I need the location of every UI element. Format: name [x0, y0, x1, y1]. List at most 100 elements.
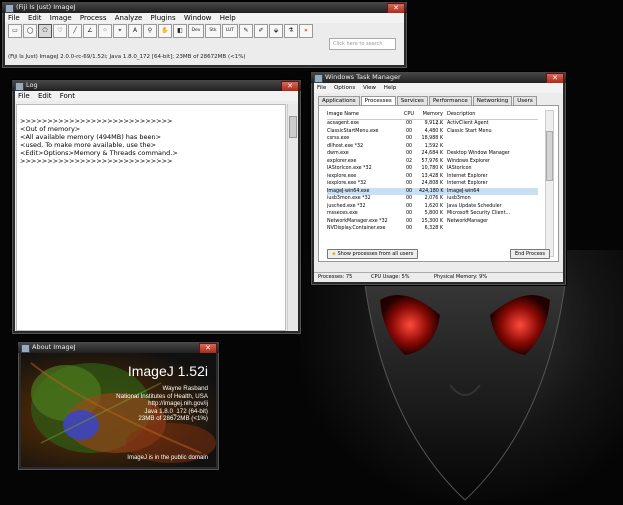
process-cpu: 00 [405, 166, 413, 171]
table-row[interactable]: jusched.exe *32 00 1,620 K Java Update Sche… [327, 203, 538, 211]
table-row[interactable]: iexplore.exe 00 13,428 K Internet Explorer [327, 173, 538, 181]
tab-networking[interactable]: Networking [472, 96, 513, 105]
menu-file[interactable]: File [15, 92, 33, 100]
magnifier-tool-icon[interactable]: ⚲ [143, 24, 157, 38]
process-cpu: 00 [405, 226, 413, 231]
processes-panel: Image Name CPU Memory (... Description a… [318, 105, 559, 262]
table-row[interactable]: dllhost.exe *32 00 1,592 K [327, 143, 538, 151]
process-cpu: 00 [405, 143, 413, 149]
rectangle-tool-icon[interactable]: ▭ [8, 24, 22, 38]
menu-help[interactable]: Help [381, 85, 400, 91]
imagej-toolbar: ▭ ◯ ⬠ ♡ ╱ ∠ ⁘ ⌖ A ⚲ ✋ ◧ Dev Stk LUT ✎ ✐ … [8, 24, 314, 38]
end-process-button[interactable]: End Process [509, 249, 550, 259]
point-tool-icon[interactable]: ⁘ [98, 24, 112, 38]
process-memory: 5,800 K [424, 211, 443, 216]
tab-applications[interactable]: Applications [318, 96, 360, 105]
process-cpu: 02 [405, 158, 413, 164]
dev-tool-button[interactable]: Dev [188, 24, 204, 38]
table-row[interactable]: ClassicStartMenu.exe 00 4,480 K Classic Sta… [327, 128, 538, 136]
menu-view[interactable]: View [360, 85, 379, 91]
table-row[interactable]: iexplore.exe *32 00 24,808 K Internet Explo… [327, 180, 538, 188]
column-header-image-name[interactable]: Image Name [327, 110, 399, 119]
column-header-description[interactable]: Description [447, 110, 538, 119]
column-header-memory[interactable]: Memory (... [419, 110, 447, 126]
line-tool-icon[interactable]: ╱ [68, 24, 82, 38]
show-all-processes-button[interactable]: ◈ Show processes from all users [327, 249, 419, 259]
scroll-thumb[interactable] [289, 116, 297, 138]
menu-options[interactable]: Options [331, 85, 358, 91]
hand-tool-icon[interactable]: ✋ [158, 24, 172, 38]
process-description [447, 135, 538, 143]
menu-file[interactable]: File [5, 14, 23, 22]
menu-analyze[interactable]: Analyze [112, 14, 146, 22]
table-row[interactable]: NetworkManager.exe *32 00 15,300 K NetworkM… [327, 218, 538, 226]
process-description: Desktop Window Manager [447, 151, 510, 156]
table-row[interactable]: dwm.exe 00 24,684 K Desktop Window Manager [327, 150, 538, 158]
text-tool-icon[interactable]: A [128, 24, 142, 38]
table-row[interactable]: ImageJ-win64.exe 00 424,180 K ImageJ-win64 [327, 187, 538, 195]
about-info: ImageJ 1.52i Wayne Rasband National Inst… [116, 363, 208, 423]
more-tools-icon[interactable]: » [299, 24, 313, 38]
brush-tool-icon[interactable]: ✎ [239, 24, 253, 38]
table-row[interactable]: iusb3mon.exe *32 00 2,076 K iusb3mon [327, 195, 538, 203]
task-manager-tabs: Applications Processes Services Performa… [318, 96, 538, 105]
dropper-tool-icon[interactable]: ⚗ [284, 24, 298, 38]
color-picker-tool-icon[interactable]: ◧ [173, 24, 187, 38]
process-scrollbar[interactable] [545, 110, 554, 257]
log-line: <All available memory (494MB) has been> [20, 133, 162, 141]
imagej-titlebar[interactable]: (Fiji Is Just) ImageJ ✕ [2, 2, 407, 14]
processes-count: Processes: 75 [318, 274, 353, 280]
table-row[interactable]: explorer.exe 02 57,976 K Windows Explorer [327, 158, 538, 166]
menu-window[interactable]: Window [181, 14, 215, 22]
table-row[interactable]: acsagent.exe 00 9,912 K ActivClient Agent [327, 120, 538, 128]
process-description: Internet Explorer [447, 173, 488, 179]
table-row[interactable]: csrss.exe 00 18,988 K [327, 135, 538, 143]
imagej-window: (Fiji Is Just) ImageJ ✕ File Edit Image … [1, 1, 408, 69]
task-manager-title: Windows Task Manager [325, 73, 401, 81]
about-app-icon [21, 344, 30, 353]
tab-performance[interactable]: Performance [428, 96, 472, 105]
lut-tool-button[interactable]: LUT [222, 24, 238, 38]
process-description: iusb3mon [447, 196, 471, 201]
table-row[interactable]: msseces.exe 00 5,800 K Microsoft Security C… [327, 210, 538, 218]
menu-process[interactable]: Process [77, 14, 110, 22]
menu-image[interactable]: Image [47, 14, 75, 22]
log-line: >>>>>>>>>>>>>>>>>>>>>>>>>>>> [20, 117, 173, 125]
scroll-thumb[interactable] [546, 131, 553, 181]
process-name: iexplore.exe *32 [327, 181, 367, 186]
menu-plugins[interactable]: Plugins [148, 14, 179, 22]
menu-help[interactable]: Help [217, 14, 239, 22]
flood-fill-tool-icon[interactable]: ⬙ [269, 24, 283, 38]
log-line: <used. To make more available, use the> [20, 141, 157, 149]
search-input[interactable]: Click here to search [329, 38, 396, 50]
log-text-area[interactable]: >>>>>>>>>>>>>>>>>>>>>>>>>>>> <Out of mem… [16, 104, 286, 331]
process-description [447, 225, 538, 233]
process-cpu: 00 [405, 151, 413, 156]
menu-font[interactable]: Font [57, 92, 78, 100]
table-row[interactable]: NVDisplay.Container.exe 00 6,328 K [327, 225, 538, 233]
task-manager-titlebar[interactable]: Windows Task Manager ✕ [311, 72, 566, 84]
wand-tool-icon[interactable]: ⌖ [113, 24, 127, 38]
process-memory: 9,912 K [424, 121, 443, 126]
table-row[interactable]: IAStorIcon.exe *32 00 10,780 K IAStorIcon [327, 165, 538, 173]
oval-tool-icon[interactable]: ◯ [23, 24, 37, 38]
process-memory: 4,480 K [424, 128, 443, 134]
pencil-tool-icon[interactable]: ✐ [254, 24, 268, 38]
menu-edit[interactable]: Edit [25, 14, 45, 22]
log-titlebar[interactable]: Log ✕ [12, 80, 301, 92]
about-title: About ImageJ [32, 343, 76, 351]
log-title: Log [26, 81, 38, 89]
tab-users[interactable]: Users [513, 96, 537, 105]
tab-processes[interactable]: Processes [360, 96, 396, 105]
angle-tool-icon[interactable]: ∠ [83, 24, 97, 38]
tab-services[interactable]: Services [396, 96, 428, 105]
stk-tool-button[interactable]: Stk [205, 24, 221, 38]
menu-file[interactable]: File [314, 85, 329, 91]
about-titlebar[interactable]: About ImageJ ✕ [18, 342, 219, 354]
column-header-cpu[interactable]: CPU [399, 110, 419, 119]
log-scrollbar[interactable] [287, 104, 298, 331]
freehand-tool-icon[interactable]: ♡ [53, 24, 67, 38]
process-name: ClassicStartMenu.exe [327, 128, 379, 134]
menu-edit[interactable]: Edit [35, 92, 55, 100]
polygon-tool-icon[interactable]: ⬠ [38, 24, 52, 38]
